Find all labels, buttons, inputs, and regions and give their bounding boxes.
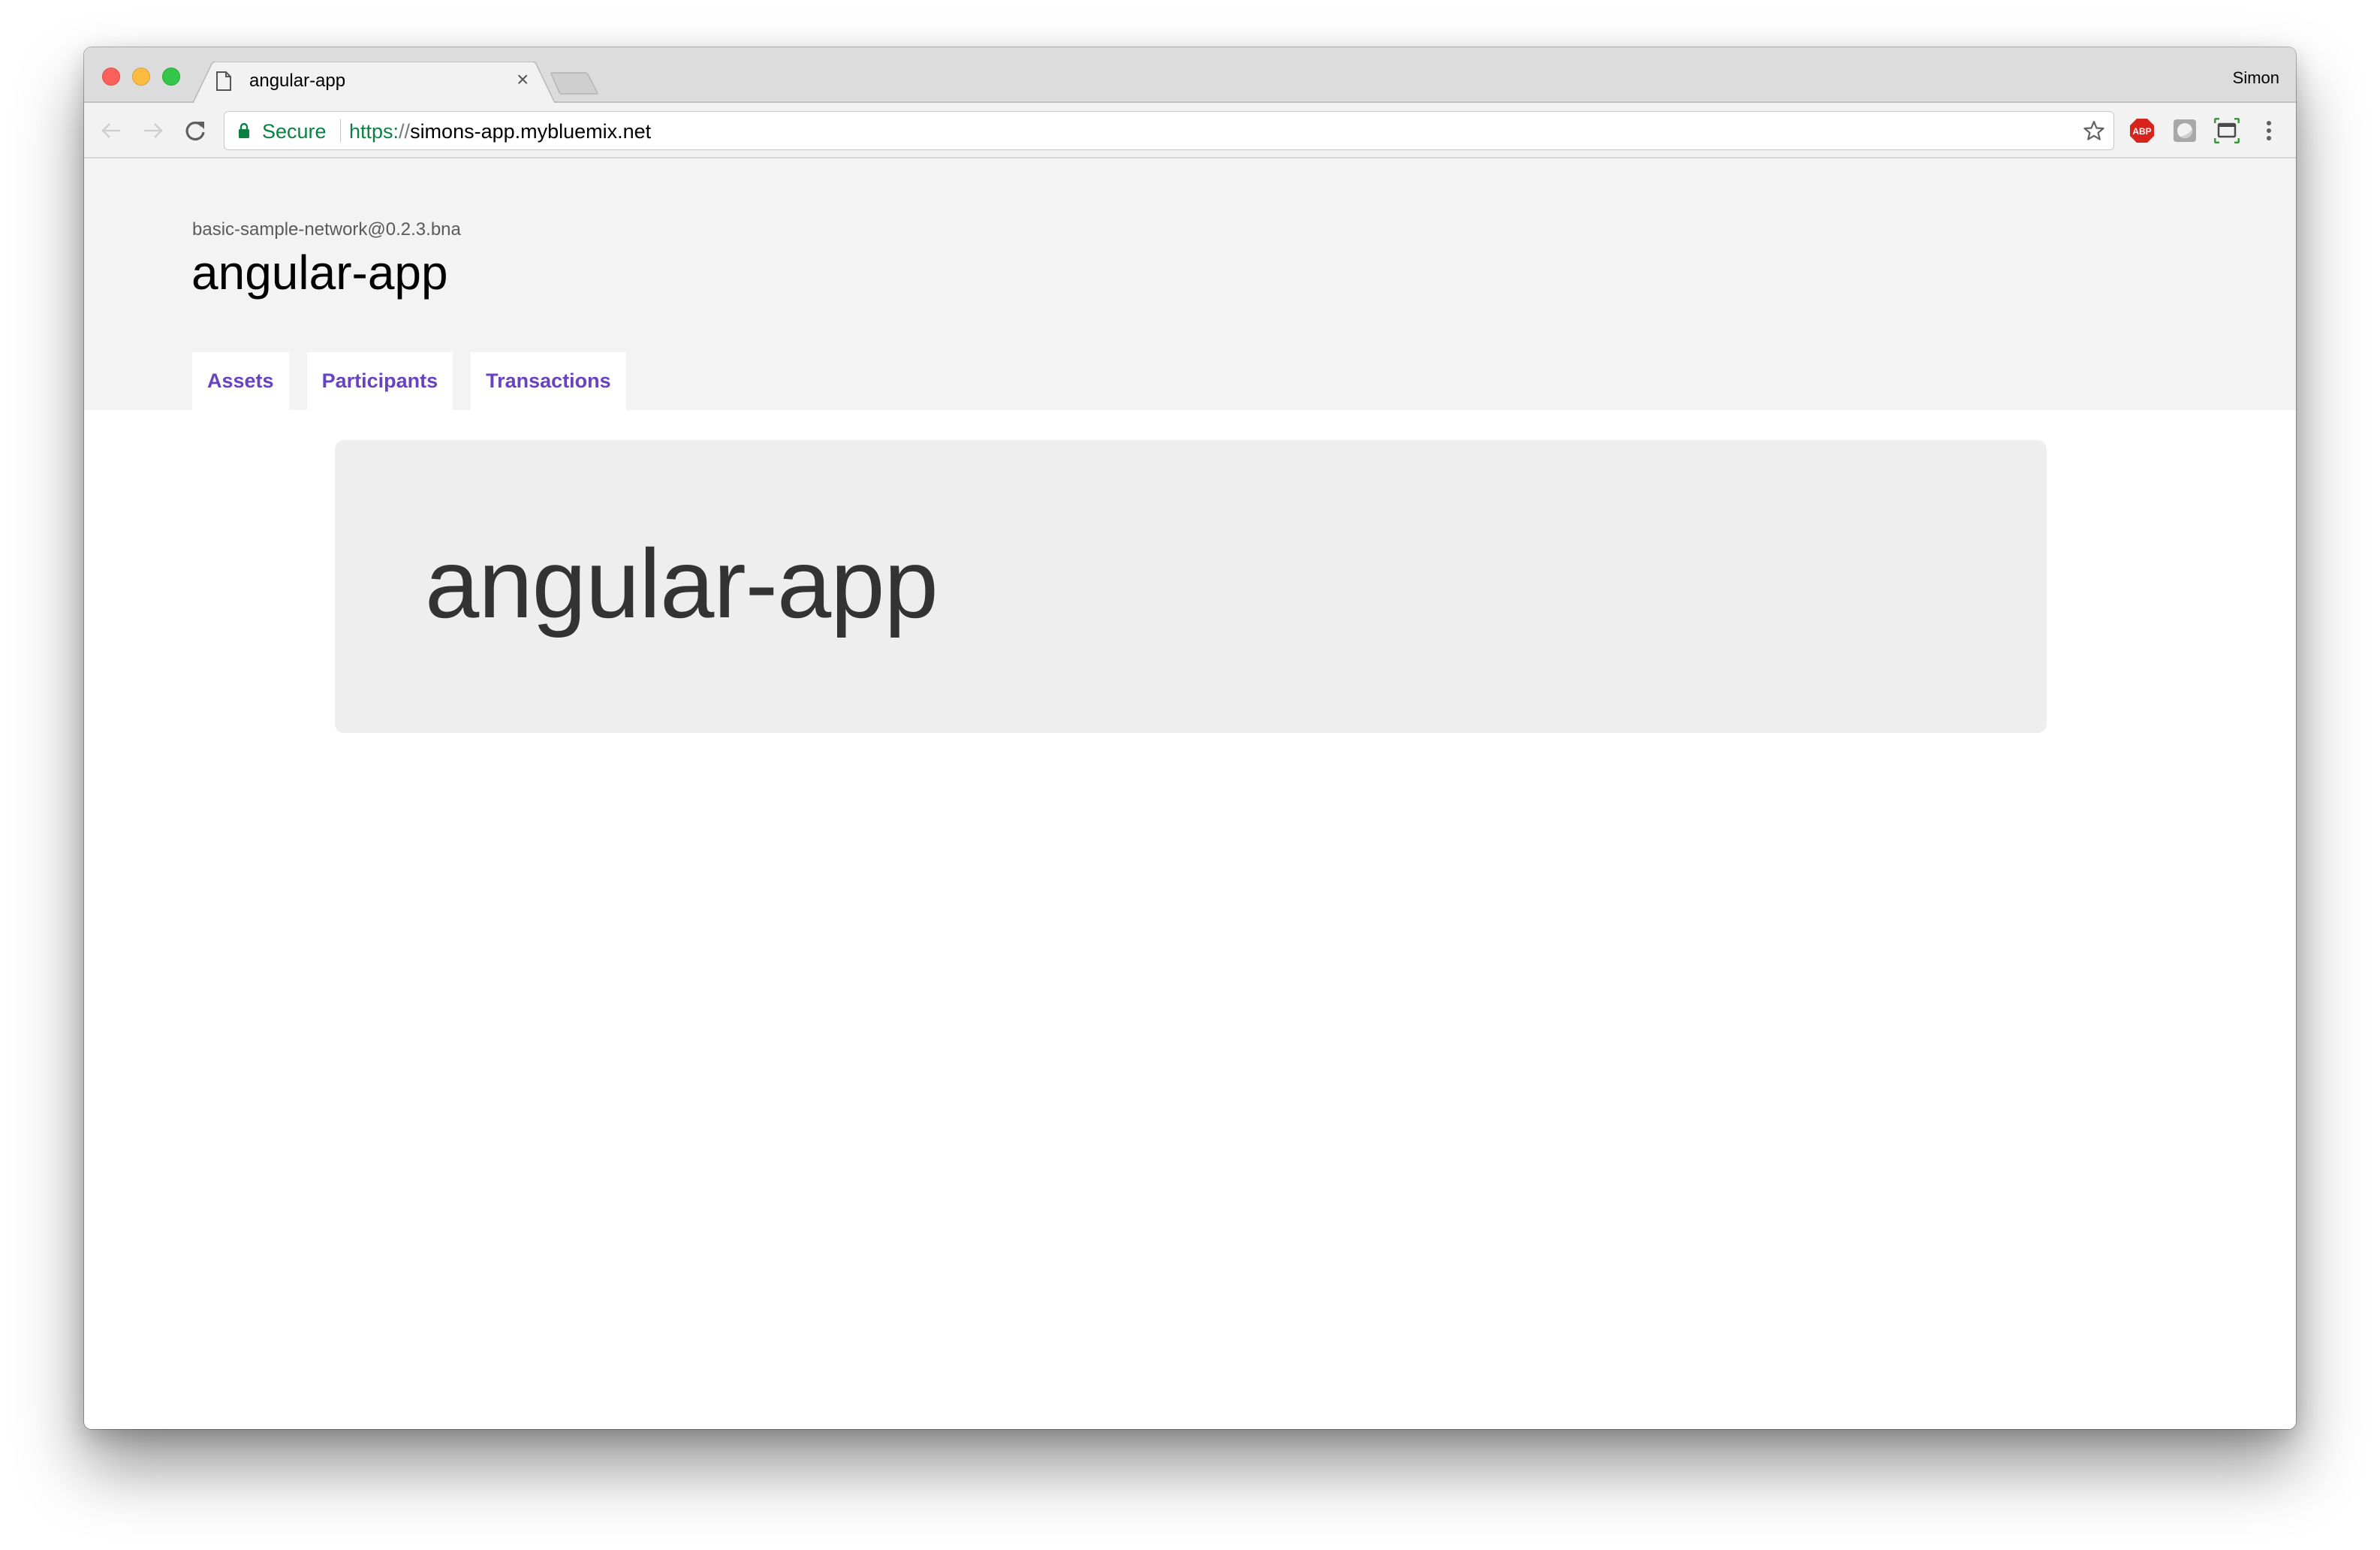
new-tab-button[interactable]	[550, 72, 599, 98]
address-separator	[340, 119, 341, 142]
app-title: angular-app	[191, 246, 448, 300]
tab-title: angular-app	[249, 71, 346, 91]
arrow-right-icon	[144, 123, 163, 138]
minimize-window-button[interactable]	[132, 68, 150, 86]
file-icon	[216, 71, 231, 95]
url-scheme: https:	[349, 120, 399, 143]
reload-icon	[185, 121, 205, 141]
address-bar[interactable]: Secure https://simons-app.mybluemix.net	[224, 111, 2114, 150]
app-header: basic-sample-network@0.2.3.bna angular-a…	[84, 158, 2296, 410]
arrow-left-icon	[101, 123, 120, 138]
url-text[interactable]: https://simons-app.mybluemix.net	[349, 120, 651, 143]
profile-name[interactable]: Simon	[2233, 68, 2279, 88]
bookmark-star-icon[interactable]	[2083, 120, 2104, 145]
network-subtitle: basic-sample-network@0.2.3.bna	[192, 219, 461, 240]
url-slashes: //	[399, 120, 411, 143]
browser-tab-active[interactable]: angular-app ×	[192, 62, 556, 104]
reload-button[interactable]	[182, 118, 209, 143]
url-host: simons-app.mybluemix.net	[410, 120, 652, 143]
tab-participants[interactable]: Participants	[306, 352, 453, 410]
screen-capture-icon[interactable]	[2212, 116, 2242, 146]
security-label[interactable]: Secure	[262, 120, 327, 143]
tab-close-icon[interactable]: ×	[517, 68, 529, 92]
close-window-button[interactable]	[102, 68, 120, 86]
tab-assets[interactable]: Assets	[192, 352, 289, 410]
browser-window: angular-app × Simon Secure https://simon…	[84, 47, 2296, 1429]
tab-shape	[192, 62, 556, 104]
browser-toolbar: Secure https://simons-app.mybluemix.net …	[84, 103, 2296, 158]
grey-extension-icon[interactable]	[2170, 116, 2200, 146]
back-button[interactable]	[98, 118, 125, 143]
more-menu-icon[interactable]	[2254, 116, 2284, 146]
jumbotron-heading: angular-app	[425, 529, 938, 638]
lock-icon	[238, 122, 250, 143]
forward-button[interactable]	[140, 118, 167, 143]
svg-text:ABP: ABP	[2132, 126, 2151, 137]
tab-transactions[interactable]: Transactions	[471, 352, 626, 410]
maximize-window-button[interactable]	[162, 68, 180, 86]
adblock-plus-icon[interactable]: ABP	[2127, 116, 2157, 146]
jumbotron: angular-app	[335, 440, 2047, 733]
page-content: basic-sample-network@0.2.3.bna angular-a…	[84, 158, 2296, 1429]
tab-strip: angular-app × Simon	[84, 47, 2296, 104]
app-nav-tabs: Assets Participants Transactions	[192, 352, 644, 410]
